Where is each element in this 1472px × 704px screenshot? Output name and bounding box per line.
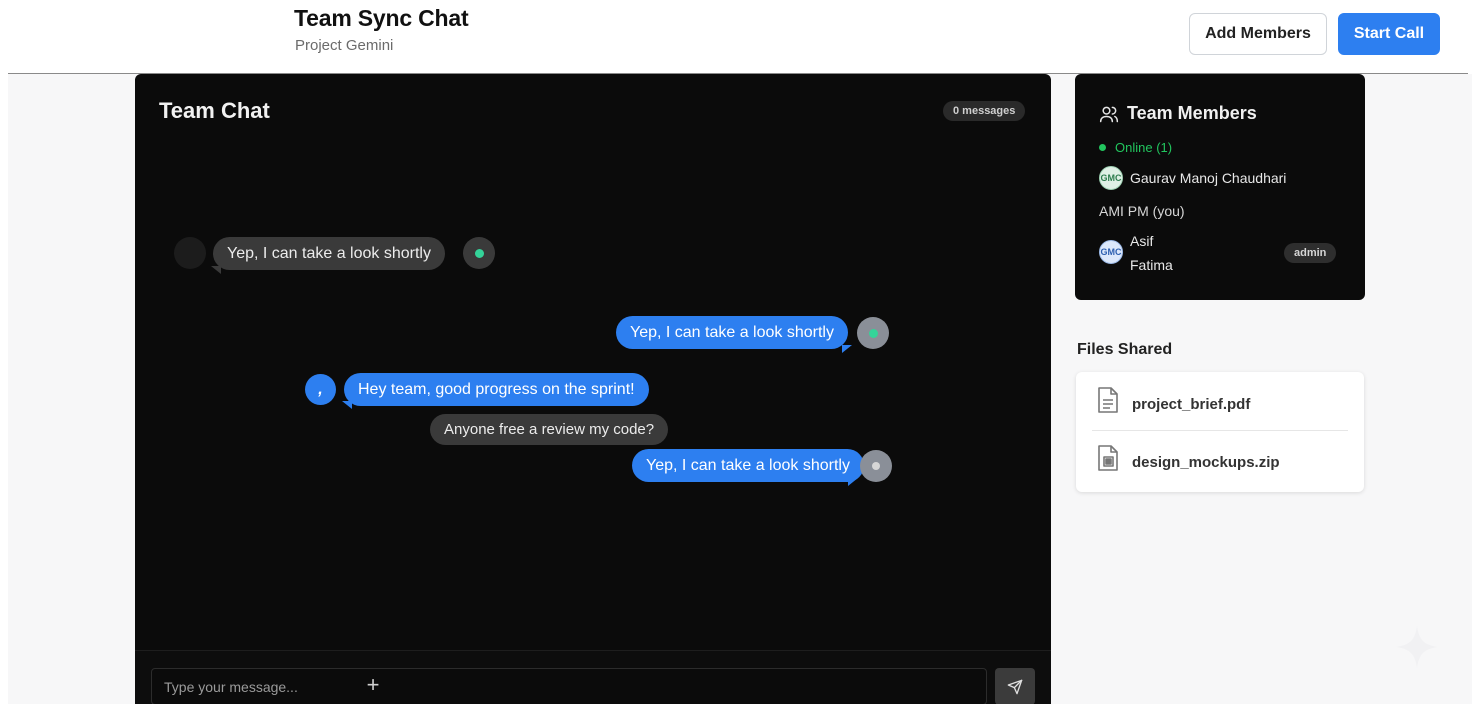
team-members-card: Team Members Online (1) GMC Gaurav Manoj…	[1075, 74, 1365, 300]
sparkle-icon	[1396, 626, 1438, 668]
divider	[1092, 430, 1348, 431]
message-composer: +	[135, 650, 1051, 704]
file-item[interactable]: design_mockups.zip	[1092, 436, 1348, 486]
sender-avatar	[174, 237, 206, 269]
bubble-tail	[842, 345, 852, 353]
users-icon	[1099, 106, 1119, 123]
files-shared-title: Files Shared	[1077, 341, 1173, 358]
file-name: project_brief.pdf	[1132, 396, 1251, 413]
online-status-dot	[868, 328, 878, 338]
bubble-tail	[211, 266, 221, 274]
admin-badge: admin	[1284, 243, 1337, 263]
bubble-tail	[342, 401, 352, 409]
team-members-title: Team Members	[1127, 103, 1257, 123]
file-name: design_mockups.zip	[1132, 454, 1280, 471]
user-avatar	[857, 317, 889, 349]
message-input[interactable]	[151, 668, 987, 704]
member-name-first[interactable]: Asif	[1130, 233, 1153, 249]
avatar: GMC	[1099, 240, 1123, 264]
document-icon	[1098, 387, 1118, 413]
attach-plus-icon[interactable]: +	[363, 673, 383, 697]
add-members-button[interactable]: Add Members	[1189, 13, 1327, 55]
member-name[interactable]: AMI PM (you)	[1099, 203, 1185, 219]
bubble-tail	[848, 478, 858, 486]
project-name: Project Gemini	[295, 37, 394, 54]
start-call-button[interactable]: Start Call	[1338, 13, 1440, 55]
chat-title: Team Chat	[159, 98, 270, 123]
file-item[interactable]: project_brief.pdf	[1092, 378, 1348, 428]
message-bubble: Yep, I can take a look shortly	[213, 237, 445, 270]
send-icon	[1007, 679, 1023, 694]
message-bubble: Hey team, good progress on the sprint!	[344, 373, 649, 406]
status-avatar	[463, 237, 495, 269]
app-header: Team Sync Chat Project Gemini Add Member…	[0, 0, 1472, 74]
files-list: project_brief.pdf design_mockups.zip	[1076, 372, 1364, 492]
online-status-dot	[474, 248, 484, 258]
sender-avatar-icon: ,	[305, 374, 336, 405]
status-dot	[872, 462, 880, 470]
message-bubble: Anyone free a review my code?	[430, 414, 669, 445]
member-name[interactable]: Gaurav Manoj Chaudhari	[1130, 170, 1286, 186]
user-avatar	[860, 450, 892, 482]
message-bubble: Yep, I can take a look shortly	[632, 449, 864, 482]
send-button[interactable]	[995, 668, 1035, 704]
app-root: Team Sync Chat Project Gemini Add Member…	[0, 0, 1472, 704]
message-bubble: Yep, I can take a look shortly	[616, 316, 848, 349]
archive-icon	[1098, 445, 1118, 471]
avatar: GMC	[1099, 166, 1123, 190]
online-count: Online (1)	[1115, 140, 1173, 155]
message-count-badge: 0 messages	[943, 101, 1026, 121]
app-title: Team Sync Chat	[294, 5, 469, 31]
member-name-last[interactable]: Fatima	[1130, 257, 1173, 273]
online-indicator	[1099, 144, 1106, 151]
chat-panel: Team Chat 0 messages Yep, I can take a l…	[135, 74, 1051, 704]
